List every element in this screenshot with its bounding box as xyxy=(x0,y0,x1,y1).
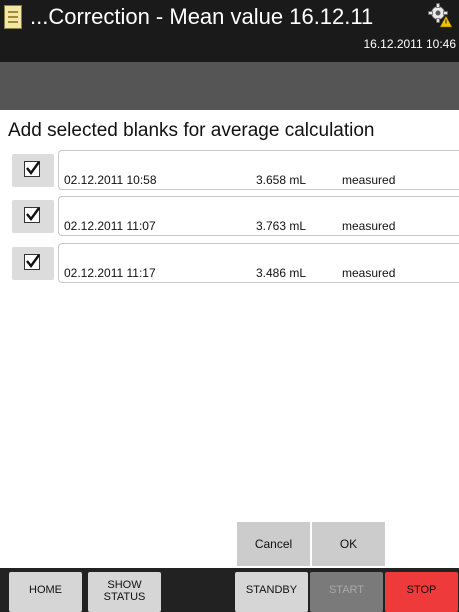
page-title: ...Correction - Mean value 16.12.11 xyxy=(30,4,374,29)
blank-status: measured xyxy=(342,173,396,187)
gear-warning-icon[interactable] xyxy=(427,2,453,28)
blank-date: 02.12.2011 11:07 xyxy=(64,219,156,233)
show-status-button[interactable]: SHOW STATUS xyxy=(88,572,161,612)
standby-button[interactable]: STANDBY xyxy=(235,572,308,612)
stop-button[interactable]: STOP xyxy=(385,572,458,612)
checkbox-checked-icon xyxy=(24,161,40,177)
blank-checkbox-2[interactable] xyxy=(12,200,54,233)
blank-entry[interactable]: 02.12.2011 11:07 3.763 mL measured xyxy=(58,196,459,236)
document-icon xyxy=(4,5,22,29)
header-datetime: 16.12.2011 10:46 xyxy=(363,37,456,51)
title-bar: ...Correction - Mean value 16.12.11 16.1… xyxy=(0,0,459,62)
blank-checkbox-3[interactable] xyxy=(12,247,54,280)
home-label: HOME xyxy=(29,584,62,596)
cancel-button[interactable]: Cancel xyxy=(237,522,310,566)
checkbox-checked-icon xyxy=(24,254,40,270)
blank-row-3: 02.12.2011 11:17 3.486 mL measured xyxy=(12,243,459,283)
instruction-text: Add selected blanks for average calculat… xyxy=(8,120,375,141)
checkbox-checked-icon xyxy=(24,207,40,223)
show-status-label-line1: SHOW xyxy=(107,579,142,591)
blank-checkbox-1[interactable] xyxy=(12,154,54,187)
bottom-nav: HOME SHOW STATUS STANDBY START STOP xyxy=(0,568,459,612)
blank-row-1: 02.12.2011 10:58 3.658 mL measured xyxy=(12,150,459,190)
blank-row-2: 02.12.2011 11:07 3.763 mL measured xyxy=(12,196,459,236)
blank-volume: 3.486 mL xyxy=(256,266,307,280)
blank-entry[interactable]: 02.12.2011 10:58 3.658 mL measured xyxy=(58,150,459,190)
blank-volume: 3.658 mL xyxy=(256,173,307,187)
start-button[interactable]: START xyxy=(310,572,383,612)
blank-volume: 3.763 mL xyxy=(256,219,307,233)
standby-label: STANDBY xyxy=(245,584,298,596)
ok-button[interactable]: OK xyxy=(312,522,385,566)
start-label: START xyxy=(328,584,365,596)
show-status-label-line2: STATUS xyxy=(103,591,146,603)
blank-status: measured xyxy=(342,219,396,233)
home-button[interactable]: HOME xyxy=(9,572,82,612)
blank-status: measured xyxy=(342,266,396,280)
stop-label: STOP xyxy=(406,584,437,596)
toolbar-strip xyxy=(0,62,459,110)
blank-date: 02.12.2011 10:58 xyxy=(64,173,157,187)
blank-date: 02.12.2011 11:17 xyxy=(64,266,156,280)
blank-entry[interactable]: 02.12.2011 11:17 3.486 mL measured xyxy=(58,243,459,283)
